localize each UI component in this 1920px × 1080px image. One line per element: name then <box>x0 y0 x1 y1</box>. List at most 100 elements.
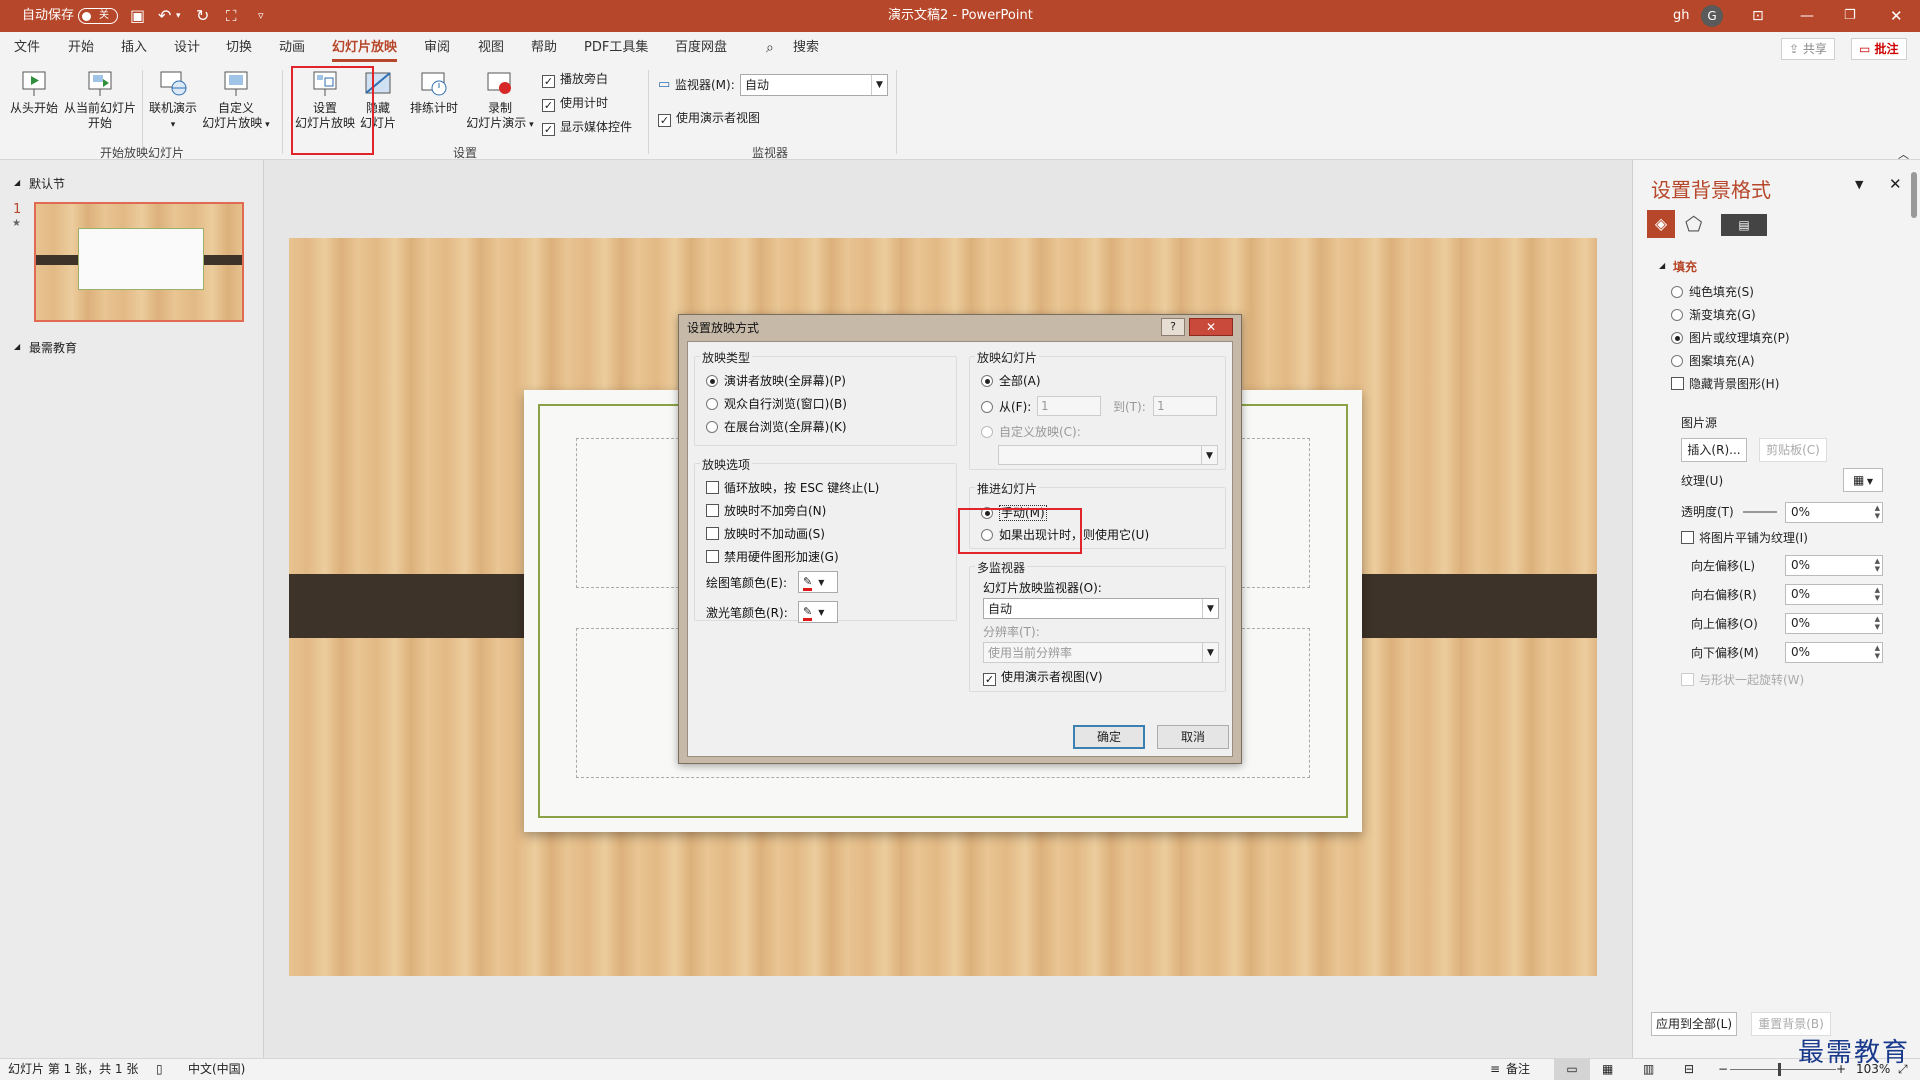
show-media-controls-checkbox[interactable]: ✓ 显示媒体控件 <box>542 119 632 136</box>
cancel-button[interactable]: 取消 <box>1157 725 1229 749</box>
slides-from-input[interactable]: 1 <box>1037 396 1101 416</box>
show-type-presenter-radio[interactable]: 演讲者放映(全屏幕)(P) <box>706 373 846 389</box>
zoom-out-icon[interactable]: − <box>1718 1059 1728 1080</box>
custom-show-select[interactable]: ▼ <box>998 445 1218 465</box>
resolution-select[interactable]: 使用当前分辨率 ▼ <box>983 642 1219 663</box>
slides-all-radio[interactable]: 全部(A) <box>981 373 1041 389</box>
monitor-select[interactable]: 自动 ▼ <box>740 74 888 96</box>
fill-solid-radio[interactable]: 纯色填充(S) <box>1671 284 1754 300</box>
spinner-icon[interactable]: ▲ ▼ <box>1875 615 1880 631</box>
laser-color-button[interactable]: ✎ ▼ <box>798 601 838 623</box>
show-type-kiosk-radio[interactable]: 在展台浏览(全屏幕)(K) <box>706 419 847 435</box>
language-indicator[interactable]: 中文(中国) <box>188 1059 245 1080</box>
comments-button[interactable]: ▭ 批注 <box>1851 38 1907 60</box>
show-monitor-select[interactable]: 自动 ▼ <box>983 598 1219 619</box>
tab-transitions[interactable]: 切换 <box>226 32 252 64</box>
tab-file[interactable]: 文件 <box>14 32 40 64</box>
section-zuixu[interactable]: 最需教育 <box>29 339 77 356</box>
texture-picker[interactable]: ▦ ▼ <box>1843 468 1883 492</box>
fill-tab-icon[interactable]: ◈ <box>1647 210 1675 238</box>
pane-scrollbar[interactable] <box>1911 172 1917 218</box>
effects-tab-icon[interactable]: ⬠ <box>1685 212 1702 236</box>
offset-top-input[interactable]: 0% ▲ ▼ <box>1785 613 1883 634</box>
insert-picture-button[interactable]: 插入(R)... <box>1681 438 1747 462</box>
no-narration-checkbox[interactable]: 放映时不加旁白(N) <box>706 503 826 519</box>
tab-slideshow[interactable]: 幻灯片放映 <box>332 32 398 62</box>
fill-picture-radio[interactable]: 图片或纹理填充(P) <box>1671 330 1790 346</box>
offset-left-input[interactable]: 0% ▲ ▼ <box>1785 555 1883 576</box>
collapse-triangle-icon[interactable]: ◢ <box>14 342 20 351</box>
close-icon[interactable]: ✕ <box>1890 0 1903 32</box>
avatar[interactable]: G <box>1701 5 1723 27</box>
notes-icon[interactable]: ≡ <box>1490 1059 1500 1080</box>
slide-thumbnail[interactable] <box>34 202 244 322</box>
tab-design[interactable]: 设计 <box>174 32 200 64</box>
tab-baidu-netdisk[interactable]: 百度网盘 <box>675 32 727 64</box>
picture-tab-icon[interactable]: ▤ <box>1721 214 1767 236</box>
ok-button[interactable]: 确定 <box>1073 725 1145 749</box>
play-narration-checkbox[interactable]: ✓ 播放旁白 <box>542 71 608 88</box>
disable-hw-accel-checkbox[interactable]: 禁用硬件图形加速(G) <box>706 549 839 565</box>
help-button[interactable]: ? <box>1161 318 1185 336</box>
spinner-icon[interactable]: ▲ ▼ <box>1875 504 1880 520</box>
slides-to-input[interactable]: 1 <box>1153 396 1217 416</box>
slides-from-radio[interactable]: 从(F): <box>981 399 1031 415</box>
notes-button[interactable]: 备注 <box>1506 1059 1530 1080</box>
tile-texture-checkbox[interactable]: 将图片平铺为纹理(I) <box>1681 530 1808 546</box>
customize-toolbar-icon[interactable]: ▿ <box>258 0 264 32</box>
custom-show-radio[interactable]: 自定义放映(C): <box>981 424 1081 440</box>
fill-gradient-radio[interactable]: 渐变填充(G) <box>1671 307 1756 323</box>
minimize-icon[interactable]: — <box>1800 0 1814 32</box>
spellcheck-icon[interactable]: ▯ <box>156 1059 163 1080</box>
reading-view-icon[interactable]: ▥ <box>1643 1059 1654 1080</box>
restore-icon[interactable]: ❐ <box>1844 0 1856 32</box>
spinner-icon[interactable]: ▲ ▼ <box>1875 557 1880 573</box>
save-icon[interactable]: ▣ <box>130 0 145 32</box>
pane-close-icon[interactable]: ✕ <box>1889 175 1902 193</box>
use-presenter-view-checkbox[interactable]: ✓ 使用演示者视图 <box>658 110 760 127</box>
from-current-button[interactable]: 从当前幻灯片 开始 <box>62 70 138 131</box>
rehearse-timings-button[interactable]: 排练计时 <box>406 70 462 116</box>
clipboard-button[interactable]: 剪贴板(C) <box>1759 438 1827 462</box>
share-button[interactable]: ⇪ 共享 <box>1781 38 1835 60</box>
pen-color-button[interactable]: ✎ ▼ <box>798 571 838 593</box>
slideshow-view-icon[interactable]: ⊟ <box>1684 1059 1694 1080</box>
record-slideshow-button[interactable]: 录制 幻灯片演示 ▾ <box>462 70 538 133</box>
no-animation-checkbox[interactable]: 放映时不加动画(S) <box>706 526 825 542</box>
undo-icon[interactable]: ↶ <box>158 0 171 32</box>
loop-checkbox[interactable]: 循环放映，按 ESC 键终止(L) <box>706 480 879 496</box>
tab-insert[interactable]: 插入 <box>121 32 147 64</box>
search-icon[interactable]: ⌕ <box>766 32 774 64</box>
use-timings-checkbox[interactable]: ✓ 使用计时 <box>542 95 608 112</box>
present-from-start-icon[interactable]: ⛶ <box>226 0 237 32</box>
spinner-icon[interactable]: ▲ ▼ <box>1875 586 1880 602</box>
apply-to-all-button[interactable]: 应用到全部(L) <box>1651 1012 1737 1036</box>
normal-view-icon[interactable]: ▭ <box>1554 1059 1590 1080</box>
autosave-toggle[interactable]: 关 <box>78 8 118 24</box>
custom-slideshow-button[interactable]: 自定义 幻灯片放映 ▾ <box>200 70 272 133</box>
pane-options-icon[interactable]: ▼ <box>1855 178 1863 191</box>
dialog-close-button[interactable]: ✕ <box>1189 318 1233 336</box>
zoom-slider[interactable] <box>1730 1069 1836 1070</box>
search-label[interactable]: 搜索 <box>793 32 819 64</box>
hide-bg-graphics-checkbox[interactable]: 隐藏背景图形(H) <box>1671 376 1779 392</box>
ribbon-display-icon[interactable]: ⊡ <box>1752 0 1764 32</box>
spinner-icon[interactable]: ▲ ▼ <box>1875 644 1880 660</box>
offset-bottom-input[interactable]: 0% ▲ ▼ <box>1785 642 1883 663</box>
tab-animations[interactable]: 动画 <box>279 32 305 64</box>
zoom-slider-thumb[interactable] <box>1778 1063 1781 1076</box>
collapse-triangle-icon[interactable]: ◢ <box>14 178 20 187</box>
transparency-slider[interactable] <box>1743 511 1777 513</box>
section-default[interactable]: 默认节 <box>29 175 65 192</box>
online-present-button[interactable]: 联机演示 ▾ <box>146 70 200 133</box>
redo-icon[interactable]: ↻ <box>196 0 209 32</box>
dialog-presenter-view-checkbox[interactable]: ✓ 使用演示者视图(V) <box>983 669 1103 686</box>
show-type-browse-window-radio[interactable]: 观众自行浏览(窗口)(B) <box>706 396 847 412</box>
tab-pdf-tools[interactable]: PDF工具集 <box>584 32 648 64</box>
rotate-with-shape-checkbox[interactable]: 与形状一起旋转(W) <box>1681 672 1804 688</box>
offset-right-input[interactable]: 0% ▲ ▼ <box>1785 584 1883 605</box>
collapse-triangle-icon[interactable]: ◢ <box>1659 261 1665 270</box>
transparency-input[interactable]: 0% ▲ ▼ <box>1785 502 1883 523</box>
from-start-button[interactable]: 从头开始 <box>6 70 62 116</box>
undo-dropdown-icon[interactable]: ▾ <box>176 0 181 32</box>
